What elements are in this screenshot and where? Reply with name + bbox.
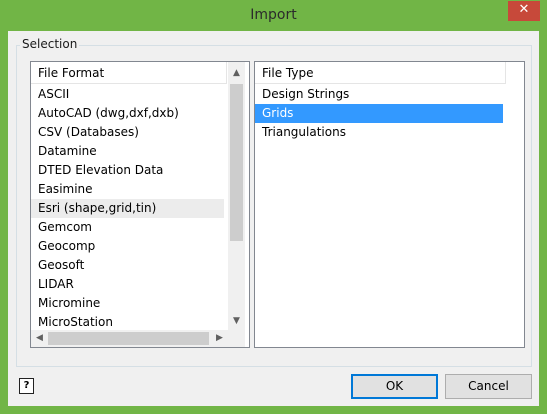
file-format-list[interactable]: File Format ASCII AutoCAD (dwg,dxf,dxb) CS… bbox=[30, 61, 250, 348]
file-format-item[interactable]: Esri (shape,grid,tin) bbox=[31, 199, 224, 218]
horizontal-scrollbar[interactable]: ◀ ▶ bbox=[31, 330, 228, 347]
file-format-header-label: File Format bbox=[38, 66, 105, 80]
header-divider bbox=[505, 62, 506, 84]
file-format-item[interactable]: LIDAR bbox=[31, 275, 224, 294]
header-divider bbox=[226, 62, 227, 84]
file-type-item[interactable]: Grids bbox=[255, 104, 503, 123]
file-format-header[interactable]: File Format bbox=[31, 62, 227, 84]
file-format-item[interactable]: Geosoft bbox=[31, 256, 224, 275]
close-icon: ✕ bbox=[518, 2, 530, 17]
file-format-item[interactable]: Gemcom bbox=[31, 218, 224, 237]
file-type-header[interactable]: File Type bbox=[255, 62, 506, 84]
ok-button[interactable]: OK bbox=[351, 374, 438, 399]
file-format-item[interactable]: ASCII bbox=[31, 85, 224, 104]
file-format-item[interactable]: DTED Elevation Data bbox=[31, 161, 224, 180]
close-button[interactable]: ✕ bbox=[508, 1, 540, 21]
file-format-item[interactable]: CSV (Databases) bbox=[31, 123, 224, 142]
file-type-item[interactable]: Triangulations bbox=[255, 123, 503, 142]
file-format-item[interactable]: Easimine bbox=[31, 180, 224, 199]
file-type-header-label: File Type bbox=[262, 66, 314, 80]
scroll-down-icon[interactable]: ▼ bbox=[228, 313, 245, 330]
file-format-item[interactable]: Geocomp bbox=[31, 237, 224, 256]
file-format-item[interactable]: Datamine bbox=[31, 142, 224, 161]
vertical-scroll-thumb[interactable] bbox=[230, 84, 243, 241]
selection-group-label: Selection bbox=[20, 37, 80, 51]
scroll-right-icon[interactable]: ▶ bbox=[211, 330, 228, 347]
window-title: Import bbox=[250, 7, 297, 23]
horizontal-scroll-thumb[interactable] bbox=[48, 332, 209, 345]
scroll-up-icon[interactable]: ▲ bbox=[228, 65, 245, 82]
cancel-button[interactable]: Cancel bbox=[445, 374, 532, 399]
dialog-body: Selection File Format ASCII AutoCAD (dwg,… bbox=[8, 31, 539, 406]
file-type-list[interactable]: File Type Design Strings Grids Triangulati… bbox=[254, 61, 525, 348]
vertical-scrollbar[interactable]: ▲ ▼ bbox=[228, 62, 245, 330]
file-format-item[interactable]: AutoCAD (dwg,dxf,dxb) bbox=[31, 104, 224, 123]
help-icon[interactable]: ? bbox=[19, 378, 34, 394]
file-type-item[interactable]: Design Strings bbox=[255, 85, 503, 104]
scroll-left-icon[interactable]: ◀ bbox=[31, 330, 48, 347]
scrollbar-corner bbox=[228, 330, 245, 347]
import-dialog: Import ✕ Selection File Format ASCII Auto… bbox=[0, 0, 547, 414]
title-bar[interactable]: Import ✕ bbox=[0, 0, 547, 31]
file-format-item[interactable]: Micromine bbox=[31, 294, 224, 313]
